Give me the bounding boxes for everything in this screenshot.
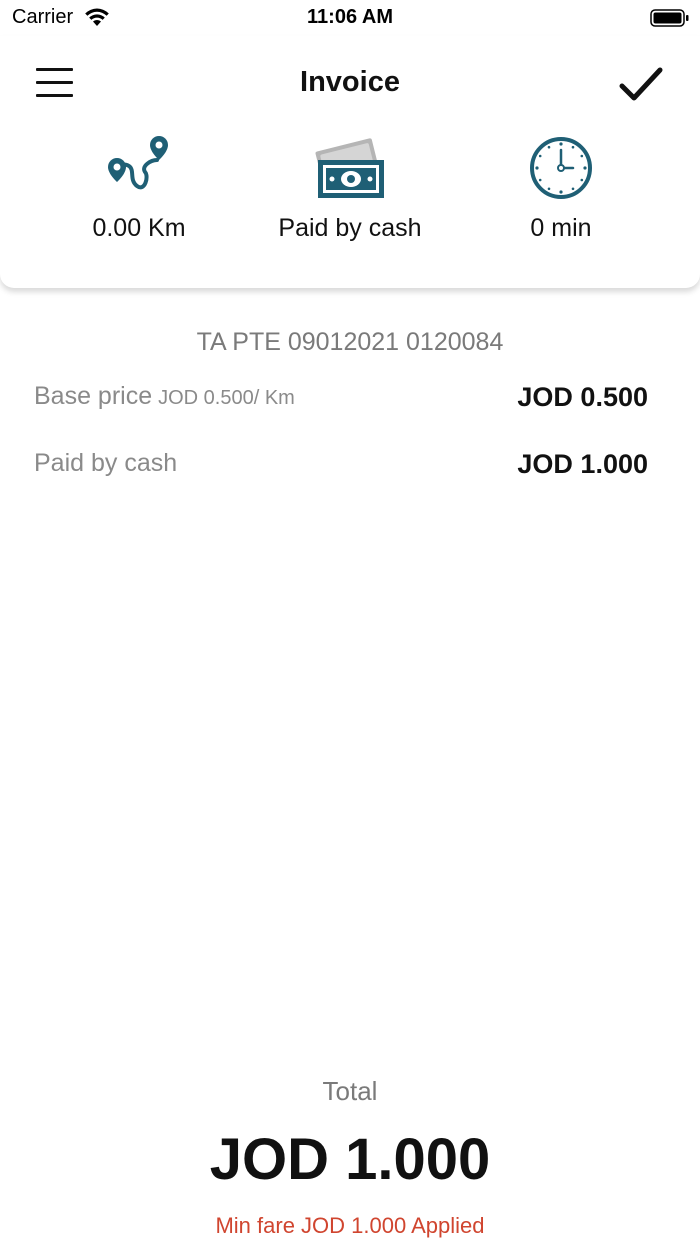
paid-by-cash-label: Paid by cash: [34, 449, 178, 477]
fare-row-paid-by-cash: Paid by cash JOD 1.000: [34, 449, 648, 483]
fare-row-label: Base price JOD 0.500/ Km: [34, 382, 295, 411]
status-bar: Carrier 11:06 AM: [0, 0, 700, 36]
trip-id: TA PTE 09012021 0120084: [196, 328, 504, 356]
trip-summary-card: Invoice 0.00 Km Paid by cash 0 min: [0, 36, 700, 288]
paid-by-cash-value: JOD 1.000: [517, 449, 648, 479]
duration-stat: 0 min: [461, 130, 661, 243]
invoice-screen: Carrier 11:06 AM Invoice 0.00 Km Paid by…: [0, 0, 700, 1244]
total-label: Total: [322, 1076, 378, 1106]
cash-icon: [315, 138, 384, 198]
route-icon: [108, 136, 168, 190]
distance-value: 0.00 Km: [92, 214, 186, 242]
min-fare-note: Min fare JOD 1.000 Applied: [215, 1213, 485, 1238]
base-price-label: Base price: [34, 382, 153, 410]
base-price-value: JOD 0.500: [517, 382, 648, 412]
clock-time: 11:06 AM: [307, 6, 393, 28]
battery-icon: [650, 9, 689, 27]
base-price-rate: JOD 0.500/ Km: [158, 387, 295, 409]
payment-method: Paid by cash: [278, 214, 422, 242]
duration-value: 0 min: [530, 214, 592, 242]
clock-icon: [530, 137, 592, 199]
checkmark-icon: [619, 67, 663, 101]
payment-stat: Paid by cash: [250, 130, 450, 243]
confirm-button[interactable]: [616, 64, 666, 108]
page-title: Invoice: [300, 66, 400, 98]
distance-stat: 0.00 Km: [39, 130, 239, 243]
fare-row-base-price: Base price JOD 0.500/ Km JOD 0.500: [34, 382, 648, 416]
total-value: JOD 1.000: [209, 1127, 491, 1192]
